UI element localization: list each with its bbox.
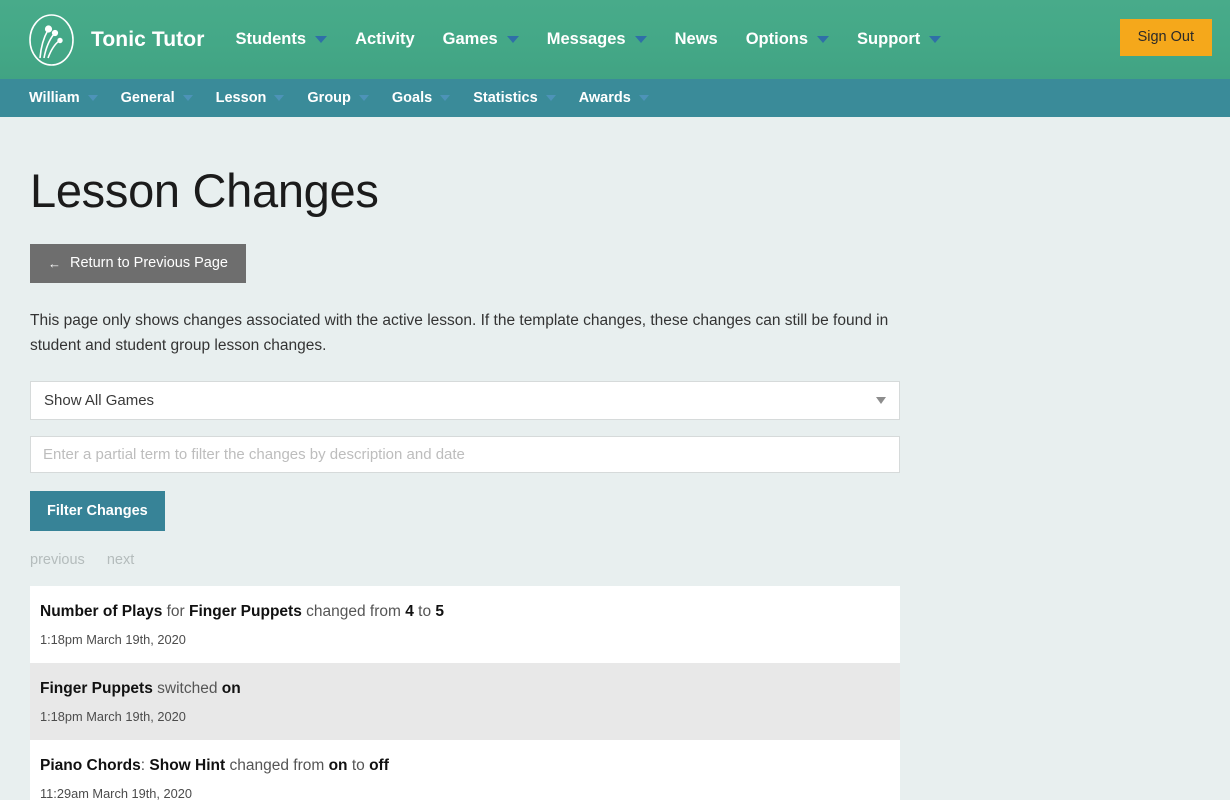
brand-block[interactable]: Tonic Tutor — [28, 13, 204, 67]
change-connector: changed from — [302, 603, 405, 620]
pagination-next[interactable]: next — [107, 552, 134, 568]
sign-out-button[interactable]: Sign Out — [1120, 19, 1212, 56]
chevron-down-icon — [88, 95, 98, 101]
change-timestamp: 1:18pm March 19th, 2020 — [40, 632, 890, 647]
subnav-label: Group — [307, 90, 351, 106]
change-term: Show Hint — [149, 757, 225, 774]
return-button-label: Return to Previous Page — [70, 256, 228, 271]
change-term: on — [222, 680, 241, 697]
change-row: Piano Chords: Show Hint changed from on … — [30, 740, 900, 800]
game-filter-select[interactable]: Show All Games — [30, 381, 900, 420]
change-connector: switched — [153, 680, 222, 697]
nav-item-options[interactable]: Options — [746, 30, 829, 49]
change-connector: changed from — [225, 757, 328, 774]
nav-item-support[interactable]: Support — [857, 30, 941, 49]
filter-changes-button[interactable]: Filter Changes — [30, 491, 165, 532]
chevron-down-icon — [635, 36, 647, 43]
chevron-down-icon — [183, 95, 193, 101]
nav-label: Students — [235, 30, 306, 49]
subnav-label: Awards — [579, 90, 631, 106]
pagination-previous[interactable]: previous — [30, 552, 85, 568]
subnav-item-general[interactable]: General — [121, 90, 193, 106]
chevron-down-icon — [359, 95, 369, 101]
arrow-left-icon: ← — [48, 257, 61, 270]
change-term: Finger Puppets — [189, 603, 302, 620]
change-description: Piano Chords: Show Hint changed from on … — [40, 756, 890, 776]
return-to-previous-page-button[interactable]: ← Return to Previous Page — [30, 244, 246, 283]
nav-label: News — [675, 30, 718, 49]
change-timestamp: 1:18pm March 19th, 2020 — [40, 709, 890, 724]
subnav-item-william[interactable]: William — [29, 90, 98, 106]
chevron-down-icon — [274, 95, 284, 101]
change-term: off — [369, 757, 389, 774]
change-row: Finger Puppets switched on 1:18pm March 1… — [30, 663, 900, 740]
main-content: Lesson Changes ← Return to Previous Page… — [0, 167, 1230, 800]
change-description: Finger Puppets switched on — [40, 679, 890, 699]
nav-item-games[interactable]: Games — [443, 30, 519, 49]
subnav-item-statistics[interactable]: Statistics — [473, 90, 555, 106]
change-connector: for — [162, 603, 189, 620]
changes-list: Number of Plays for Finger Puppets chang… — [30, 586, 900, 800]
term-filter-input[interactable] — [30, 436, 900, 473]
pagination: previous next — [30, 552, 1200, 568]
subnav-item-awards[interactable]: Awards — [579, 90, 649, 106]
intro-text: This page only shows changes associated … — [30, 308, 905, 358]
subnav-label: Lesson — [216, 90, 267, 106]
chevron-down-icon — [440, 95, 450, 101]
page-title: Lesson Changes — [30, 167, 1200, 214]
change-connector: to — [414, 603, 436, 620]
change-term: Finger Puppets — [40, 680, 153, 697]
change-term: Number of Plays — [40, 603, 162, 620]
nav-label: Support — [857, 30, 920, 49]
nav-label: Games — [443, 30, 498, 49]
subnav-label: William — [29, 90, 80, 106]
chevron-down-icon — [507, 36, 519, 43]
chevron-down-icon — [546, 95, 556, 101]
subnav-item-group[interactable]: Group — [307, 90, 369, 106]
change-term: 4 — [405, 603, 414, 620]
subnav-label: Statistics — [473, 90, 537, 106]
game-filter-selected-value: Show All Games — [44, 392, 154, 409]
brand-name: Tonic Tutor — [91, 28, 204, 52]
nav-item-activity[interactable]: Activity — [355, 30, 415, 49]
change-connector: to — [348, 757, 370, 774]
nav-label: Options — [746, 30, 808, 49]
nav-label: Messages — [547, 30, 626, 49]
chevron-down-icon — [817, 36, 829, 43]
change-term: 5 — [435, 603, 444, 620]
tonic-tutor-logo-icon — [28, 13, 75, 67]
nav-label: Activity — [355, 30, 415, 49]
chevron-down-icon — [929, 36, 941, 43]
change-row: Number of Plays for Finger Puppets chang… — [30, 586, 900, 663]
chevron-down-icon — [876, 397, 886, 404]
nav-item-messages[interactable]: Messages — [547, 30, 647, 49]
main-header: Tonic Tutor Students Activity Games Mess… — [0, 0, 1230, 79]
change-term: Piano Chords — [40, 757, 141, 774]
subnav-label: Goals — [392, 90, 432, 106]
chevron-down-icon — [639, 95, 649, 101]
subnav-item-goals[interactable]: Goals — [392, 90, 450, 106]
change-description: Number of Plays for Finger Puppets chang… — [40, 602, 890, 622]
change-term: on — [329, 757, 348, 774]
chevron-down-icon — [315, 36, 327, 43]
secondary-navigation: William General Lesson Group Goals Stati… — [0, 79, 1230, 117]
nav-item-students[interactable]: Students — [235, 30, 327, 49]
subnav-label: General — [121, 90, 175, 106]
nav-item-news[interactable]: News — [675, 30, 718, 49]
change-timestamp: 11:29am March 19th, 2020 — [40, 786, 890, 800]
primary-navigation: Students Activity Games Messages News Op… — [235, 30, 941, 49]
subnav-item-lesson[interactable]: Lesson — [216, 90, 285, 106]
